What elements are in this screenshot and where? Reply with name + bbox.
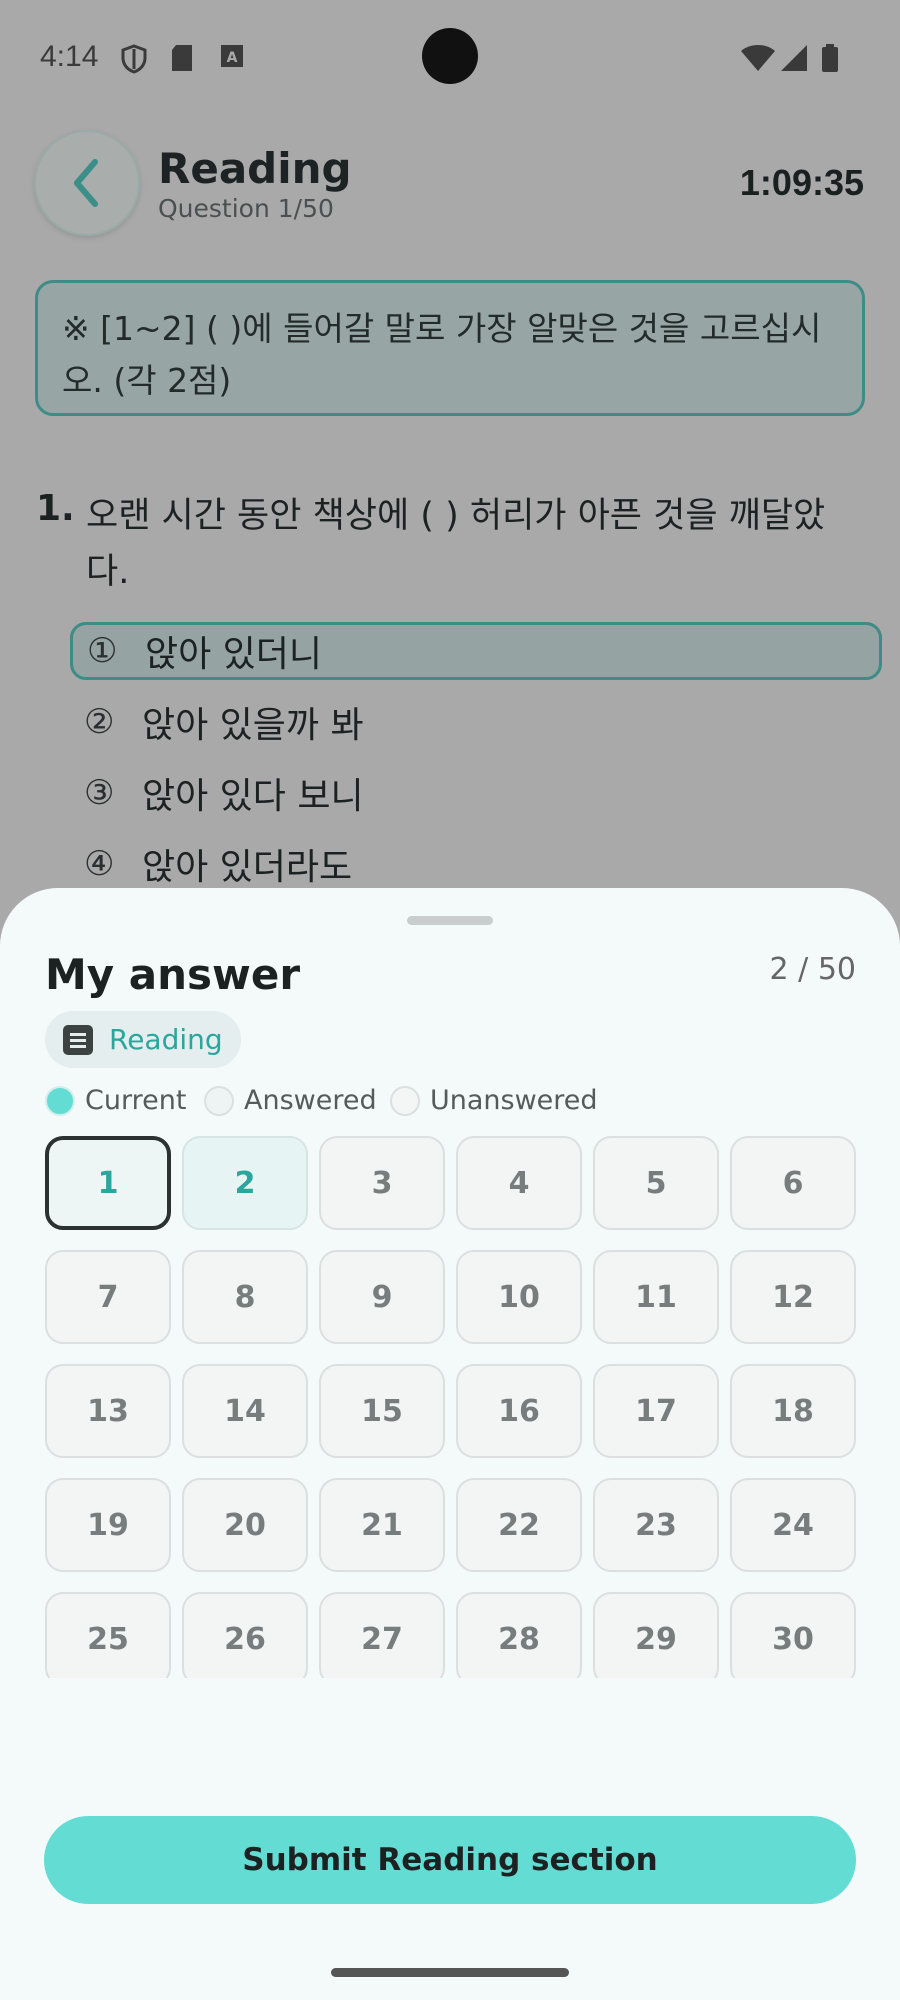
option-1[interactable]: ① 앉아 있더니 (70, 622, 882, 680)
question-number: 1. (36, 488, 75, 529)
question-progress: Question 1/50 (158, 194, 334, 223)
question-cell-17[interactable]: 17 (593, 1364, 719, 1458)
answered-count: 2 / 50 (769, 952, 856, 987)
home-indicator[interactable] (331, 1968, 569, 1977)
option-marker: ② (84, 702, 115, 742)
legend-current-label: Current (85, 1085, 187, 1116)
answer-sheet: My answer 2 / 50 Reading Current Answere… (0, 888, 900, 2000)
option-label: 앉아 있을까 봐 (142, 705, 364, 746)
question-cell-10[interactable]: 10 (456, 1250, 582, 1344)
section-chip-label: Reading (109, 1023, 223, 1056)
exam-timer: 1:09:35 (739, 162, 864, 203)
option-marker: ④ (84, 844, 115, 884)
question-cell-21[interactable]: 21 (319, 1478, 445, 1572)
question-cell-9[interactable]: 9 (319, 1250, 445, 1344)
legend-unanswered: Unanswered (390, 1085, 598, 1116)
status-time: 4:14 (40, 40, 99, 73)
question-cell-15[interactable]: 15 (319, 1364, 445, 1458)
question-cell-1[interactable]: 1 (45, 1136, 171, 1230)
question-cell-6[interactable]: 6 (730, 1136, 856, 1230)
question-grid: 1 2 3 4 5 6 7 8 9 10 11 12 13 14 15 16 17 18 19 20 21 22 23 24 2… (0, 1136, 900, 1678)
back-button[interactable] (34, 130, 140, 236)
legend-unanswered-label: Unanswered (430, 1085, 598, 1116)
question-cell-19[interactable]: 19 (45, 1478, 171, 1572)
legend-answered: Answered (204, 1085, 377, 1116)
legend-answered-label: Answered (244, 1085, 377, 1116)
question-cell-7[interactable]: 7 (45, 1250, 171, 1344)
question-cell-30[interactable]: 30 (730, 1592, 856, 1678)
question-cell-22[interactable]: 22 (456, 1478, 582, 1572)
question-cell-25[interactable]: 25 (45, 1592, 171, 1678)
legend-current: Current (45, 1085, 186, 1116)
sd-card-icon (172, 45, 192, 71)
question-cell-8[interactable]: 8 (182, 1250, 308, 1344)
answered-dot-icon (204, 1085, 234, 1116)
submit-section-button[interactable]: Submit Reading section (44, 1816, 856, 1904)
svg-text:A: A (227, 50, 238, 66)
unanswered-dot-icon (390, 1085, 420, 1116)
instruction-box: ※ [1~2] ( )에 들어갈 말로 가장 알맞은 것을 고르십시오. (각 … (35, 280, 865, 416)
question-cell-3[interactable]: 3 (319, 1136, 445, 1230)
battery-icon (822, 44, 838, 72)
option-2[interactable]: ② 앉아 있을까 봐 (70, 693, 882, 751)
question-cell-18[interactable]: 18 (730, 1364, 856, 1458)
question-cell-14[interactable]: 14 (182, 1364, 308, 1458)
option-label: 앉아 있다 보니 (142, 776, 364, 817)
question-cell-24[interactable]: 24 (730, 1478, 856, 1572)
question-cell-4[interactable]: 4 (456, 1136, 582, 1230)
camera-cutout (422, 28, 478, 84)
question-text: 오랜 시간 동안 책상에 ( ) 허리가 아픈 것을 깨달았다. (86, 496, 826, 592)
question-cell-13[interactable]: 13 (45, 1364, 171, 1458)
wifi-icon (741, 45, 775, 71)
question-cell-16[interactable]: 16 (456, 1364, 582, 1458)
question-cell-29[interactable]: 29 (593, 1592, 719, 1678)
document-icon (63, 1024, 93, 1055)
question-cell-26[interactable]: 26 (182, 1592, 308, 1678)
status-bar: 4:14 A (0, 0, 900, 116)
keyboard-a-icon: A (221, 45, 243, 67)
current-dot-icon (45, 1085, 75, 1116)
option-marker: ① (87, 631, 118, 671)
question-cell-2[interactable]: 2 (182, 1136, 308, 1230)
page-title: Reading (158, 144, 352, 193)
option-4[interactable]: ④ 앉아 있더라도 (70, 835, 882, 893)
question-cell-11[interactable]: 11 (593, 1250, 719, 1344)
question-cell-5[interactable]: 5 (593, 1136, 719, 1230)
question-cell-20[interactable]: 20 (182, 1478, 308, 1572)
question-cell-23[interactable]: 23 (593, 1478, 719, 1572)
sheet-title: My answer (45, 950, 301, 999)
drag-handle[interactable] (407, 916, 493, 925)
shield-icon (121, 44, 147, 74)
question-cell-27[interactable]: 27 (319, 1592, 445, 1678)
option-label: 앉아 있더니 (145, 634, 323, 675)
question-cell-12[interactable]: 12 (730, 1250, 856, 1344)
option-3[interactable]: ③ 앉아 있다 보니 (70, 764, 882, 822)
cell-signal-icon (781, 45, 807, 71)
question-cell-28[interactable]: 28 (456, 1592, 582, 1678)
section-chip: Reading (45, 1011, 241, 1068)
chevron-left-icon (74, 159, 98, 207)
option-label: 앉아 있더라도 (142, 847, 353, 888)
option-marker: ③ (84, 773, 115, 813)
